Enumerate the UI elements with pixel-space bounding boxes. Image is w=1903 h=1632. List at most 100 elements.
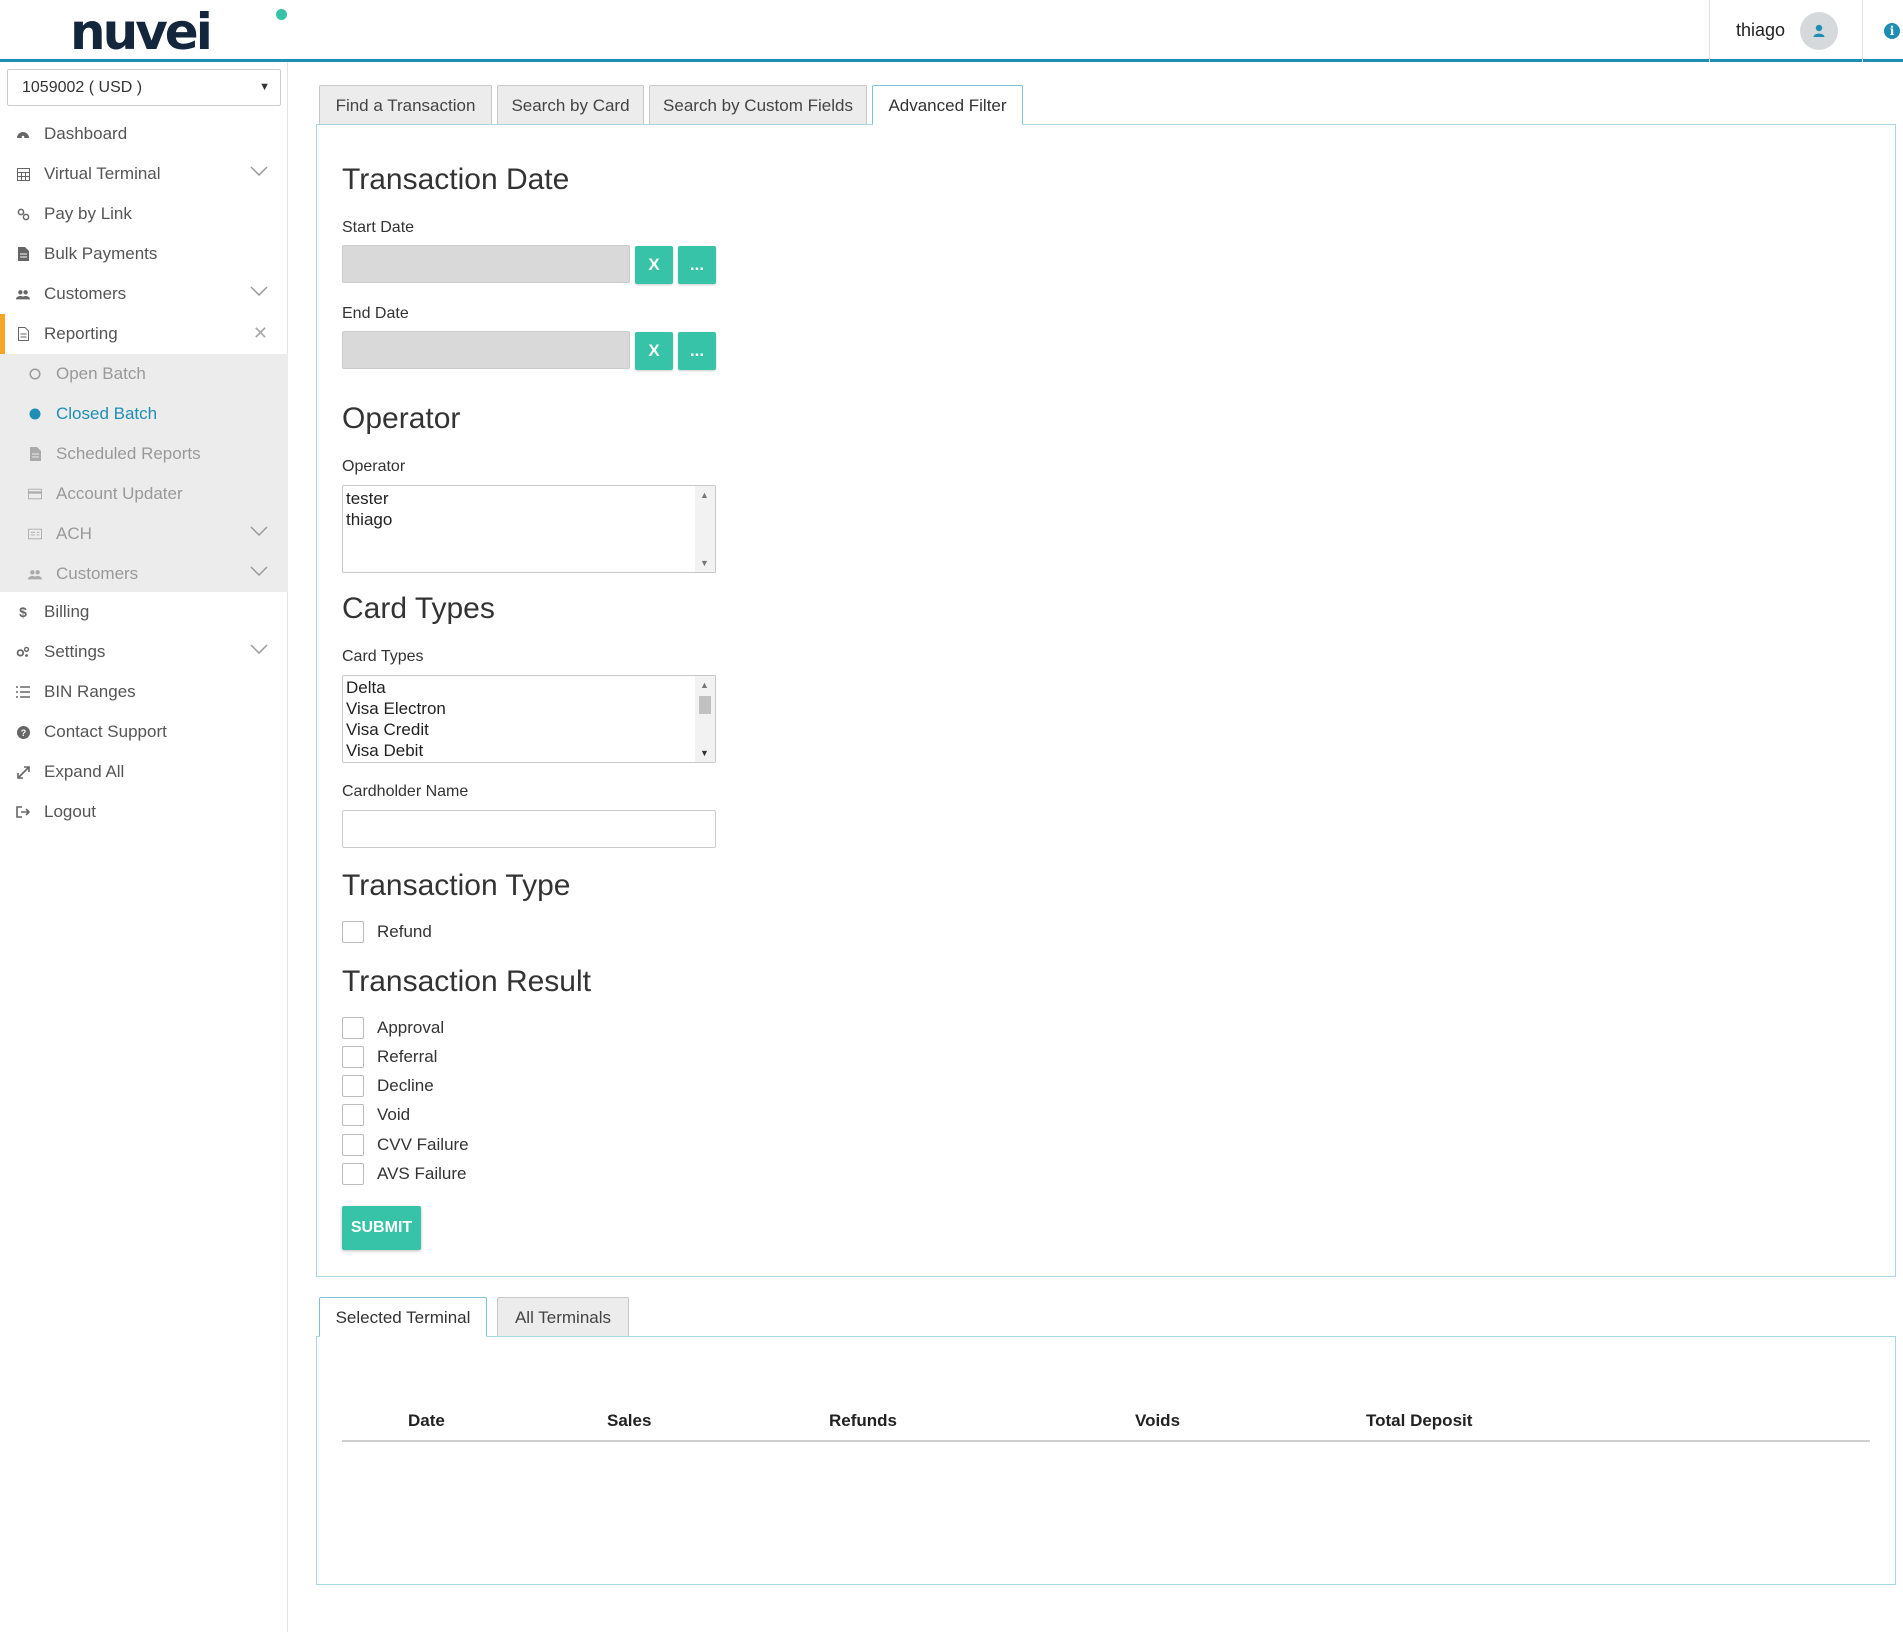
submenu-item-closed-batch[interactable]: Closed Batch: [0, 394, 288, 434]
cardholder-name-input[interactable]: [342, 810, 716, 848]
submenu-item-customers[interactable]: Customers: [0, 554, 288, 594]
operator-option[interactable]: tester: [343, 488, 715, 509]
sidebar-item-customers[interactable]: Customers: [0, 274, 288, 314]
transaction-date-heading: Transaction Date: [342, 163, 570, 196]
operator-listbox[interactable]: tester thiago ▲ ▼: [342, 485, 716, 573]
submenu-item-open-batch[interactable]: Open Batch: [0, 354, 288, 394]
clear-start-date-button[interactable]: X: [635, 246, 673, 284]
sidebar-item-bulk-payments[interactable]: Bulk Payments: [0, 234, 288, 274]
decline-checkbox-label[interactable]: Decline: [377, 1076, 434, 1096]
nuvei-logo[interactable]: nuvei: [70, 4, 287, 60]
table-header-divider: [342, 1440, 1870, 1442]
sidebar-item-label: Virtual Terminal: [44, 164, 161, 183]
clear-end-date-button[interactable]: X: [635, 332, 673, 370]
logout-icon: [16, 805, 30, 819]
end-date-input[interactable]: [342, 331, 630, 369]
avs-failure-checkbox[interactable]: [342, 1163, 364, 1185]
scroll-up-icon[interactable]: ▲: [700, 490, 709, 500]
listbox-scrollbar[interactable]: ▲ ▼: [695, 676, 715, 762]
approval-checkbox-label[interactable]: Approval: [377, 1018, 444, 1038]
listbox-scrollbar[interactable]: ▲ ▼: [695, 486, 715, 572]
end-date-label: End Date: [342, 305, 409, 322]
info-icon[interactable]: i: [1884, 23, 1900, 39]
transaction-type-heading: Transaction Type: [342, 869, 571, 902]
column-header-date[interactable]: Date: [408, 1411, 445, 1431]
dollar-icon: $: [19, 604, 27, 620]
start-date-input[interactable]: [342, 245, 630, 283]
scroll-down-icon[interactable]: ▼: [700, 558, 709, 568]
operator-label: Operator: [342, 458, 406, 475]
avs-failure-checkbox-label[interactable]: AVS Failure: [377, 1164, 466, 1184]
column-header-refunds[interactable]: Refunds: [829, 1411, 897, 1431]
tab-search-by-card[interactable]: Search by Card: [497, 85, 644, 125]
user-icon: [1813, 24, 1825, 37]
sidebar-item-dashboard[interactable]: Dashboard: [0, 114, 288, 154]
referral-checkbox-label[interactable]: Referral: [377, 1047, 437, 1067]
tab-search-by-custom-fields[interactable]: Search by Custom Fields: [649, 85, 867, 125]
chevron-down-icon[interactable]: [250, 286, 268, 296]
sidebar-item-label: Billing: [44, 602, 90, 621]
transaction-result-heading: Transaction Result: [342, 965, 591, 998]
sidebar-item-logout[interactable]: Logout: [0, 792, 288, 832]
header-divider: [1709, 0, 1710, 62]
submenu-item-label: Scheduled Reports: [56, 444, 201, 463]
card-types-listbox[interactable]: Delta Visa Electron Visa Credit Visa Deb…: [342, 675, 716, 763]
reporting-submenu: Open Batch Closed Batch Scheduled Report…: [0, 354, 288, 592]
card-type-option[interactable]: Visa Debit: [343, 740, 715, 761]
chevron-down-icon[interactable]: [250, 166, 268, 176]
submenu-item-ach[interactable]: ACH: [0, 514, 288, 554]
submenu-item-scheduled-reports[interactable]: Scheduled Reports: [0, 434, 288, 474]
sidebar-item-label: Logout: [44, 802, 96, 821]
submenu-item-account-updater[interactable]: Account Updater: [0, 474, 288, 514]
submit-button[interactable]: SUBMIT: [342, 1206, 421, 1250]
close-icon[interactable]: ✕: [253, 323, 268, 344]
sidebar-item-reporting[interactable]: Reporting ✕: [0, 314, 288, 354]
void-checkbox-label[interactable]: Void: [377, 1105, 410, 1125]
sidebar-item-label: Reporting: [44, 324, 118, 343]
card-type-option[interactable]: Visa Electron: [343, 698, 715, 719]
tab-find-a-transaction[interactable]: Find a Transaction: [319, 85, 492, 125]
card-type-option[interactable]: Visa Credit: [343, 719, 715, 740]
cvv-failure-checkbox[interactable]: [342, 1134, 364, 1156]
tab-selected-terminal[interactable]: Selected Terminal: [319, 1297, 487, 1337]
tab-all-terminals[interactable]: All Terminals: [497, 1297, 629, 1337]
end-date-picker-button[interactable]: ...: [678, 332, 716, 370]
chevron-down-icon[interactable]: [250, 566, 268, 576]
start-date-picker-button[interactable]: ...: [678, 246, 716, 284]
approval-checkbox[interactable]: [342, 1017, 364, 1039]
column-header-sales[interactable]: Sales: [607, 1411, 651, 1431]
chevron-down-icon[interactable]: [250, 526, 268, 536]
user-name[interactable]: thiago: [1736, 20, 1785, 41]
column-header-voids[interactable]: Voids: [1135, 1411, 1180, 1431]
card-types-label: Card Types: [342, 648, 424, 665]
referral-checkbox[interactable]: [342, 1046, 364, 1068]
file-icon: [28, 447, 42, 461]
sidebar-item-contact-support[interactable]: ? Contact Support: [0, 712, 288, 752]
decline-checkbox[interactable]: [342, 1075, 364, 1097]
tab-advanced-filter[interactable]: Advanced Filter: [872, 85, 1023, 125]
scroll-up-icon[interactable]: ▲: [700, 680, 709, 690]
refund-checkbox-label[interactable]: Refund: [377, 922, 432, 942]
chevron-down-icon[interactable]: [250, 644, 268, 654]
account-select[interactable]: 1059002 ( USD ) ▼: [7, 69, 281, 106]
refund-checkbox[interactable]: [342, 921, 364, 943]
users-icon: [16, 287, 30, 301]
avatar[interactable]: [1800, 12, 1838, 50]
sidebar-item-virtual-terminal[interactable]: Virtual Terminal: [0, 154, 288, 194]
submenu-item-label: Account Updater: [56, 484, 183, 503]
sidebar-item-billing[interactable]: $ Billing: [0, 592, 288, 632]
sidebar-item-expand-all[interactable]: Expand All: [0, 752, 288, 792]
cvv-failure-checkbox-label[interactable]: CVV Failure: [377, 1135, 469, 1155]
sidebar-item-label: Contact Support: [44, 722, 167, 741]
void-checkbox[interactable]: [342, 1104, 364, 1126]
sidebar-item-settings[interactable]: Settings: [0, 632, 288, 672]
sidebar-item-label: Customers: [44, 284, 127, 303]
sidebar-item-pay-by-link[interactable]: Pay by Link: [0, 194, 288, 234]
column-header-total-deposit[interactable]: Total Deposit: [1366, 1411, 1472, 1431]
operator-option[interactable]: thiago: [343, 509, 715, 530]
operator-heading: Operator: [342, 402, 461, 435]
sidebar-item-bin-ranges[interactable]: BIN Ranges: [0, 672, 288, 712]
scrollbar-thumb[interactable]: [699, 696, 711, 714]
scroll-down-icon[interactable]: ▼: [700, 748, 709, 758]
card-type-option[interactable]: Delta: [343, 677, 715, 698]
